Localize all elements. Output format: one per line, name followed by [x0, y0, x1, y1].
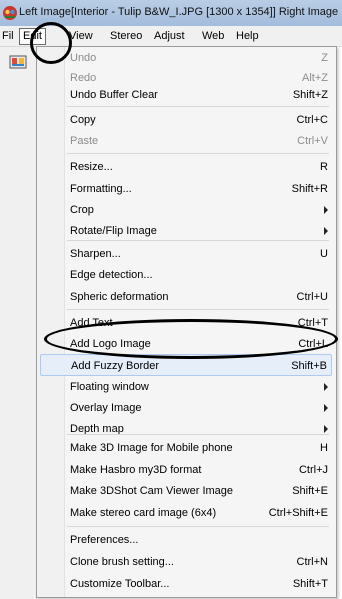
submenu-arrow-icon [324, 425, 328, 433]
menu-item-edge-detection[interactable]: Edge detection... [40, 264, 332, 286]
annotation-circle-edit [30, 22, 72, 64]
menu-item-copy[interactable]: Copy Ctrl+C [40, 109, 332, 131]
app-icon[interactable] [2, 5, 18, 21]
menu-item-label: Overlay Image [70, 402, 142, 414]
menu-stereo[interactable]: Stereo [110, 29, 142, 43]
menu-item-label: Rotate/Flip Image [70, 225, 157, 237]
menu-item-formatting[interactable]: Formatting... Shift+R [40, 178, 332, 200]
menu-item-overlay-image[interactable]: Overlay Image [40, 397, 332, 419]
submenu-arrow-icon [324, 383, 328, 391]
left-toolbar [0, 47, 37, 599]
menu-item-label: Formatting... [70, 183, 132, 195]
window-title: Left Image[Interior - Tulip B&W_I.JPG [1… [19, 6, 339, 18]
menu-item-label: Copy [70, 114, 96, 126]
menu-item-label: Spheric deformation [70, 291, 169, 303]
menu-item-shortcut: Shift+T [292, 578, 328, 590]
menu-item-label: Make Hasbro my3D format [70, 464, 202, 476]
menu-separator [67, 240, 329, 241]
menu-item-shortcut: Shift+R [291, 183, 328, 195]
menu-item-shortcut: Shift+B [291, 360, 327, 372]
open-image-icon[interactable] [9, 54, 27, 70]
menu-item-make-3dshot-cam[interactable]: Make 3DShot Cam Viewer Image Shift+E [40, 480, 332, 502]
menu-item-label: Add Fuzzy Border [71, 360, 160, 372]
menu-separator [67, 153, 329, 154]
menu-file[interactable]: File [2, 29, 14, 43]
menu-item-shortcut: H [320, 442, 328, 454]
menu-item-shortcut: Shift+E [292, 485, 328, 497]
menu-item-undo[interactable]: Undo Z [40, 47, 332, 69]
menu-item-label: Preferences... [70, 534, 139, 546]
menu-item-label: Sharpen... [70, 248, 121, 260]
menu-view[interactable]: View [69, 29, 93, 43]
menu-item-shortcut: Ctrl+J [298, 464, 328, 476]
menu-separator [67, 106, 329, 107]
menu-item-spheric-deformation[interactable]: Spheric deformation Ctrl+U [40, 286, 332, 308]
menu-adjust[interactable]: Adjust [154, 29, 185, 43]
menu-separator [67, 526, 329, 527]
menu-item-preferences[interactable]: Preferences... [40, 529, 332, 551]
menu-item-shortcut: Z [321, 52, 328, 64]
menu-item-shortcut: Ctrl+U [296, 291, 328, 303]
menu-item-label: Undo Buffer Clear [70, 89, 158, 101]
menu-item-label: Paste [70, 135, 99, 147]
menu-item-shortcut: Ctrl+V [297, 135, 328, 147]
menu-item-label: Undo [70, 52, 97, 64]
menu-item-shortcut: U [320, 248, 328, 260]
menu-item-paste[interactable]: Paste Ctrl+V [40, 130, 332, 152]
menu-separator [67, 434, 329, 435]
menu-item-label: Customize Toolbar... [70, 578, 170, 590]
menu-item-shortcut: R [320, 161, 328, 173]
submenu-arrow-icon [324, 404, 328, 412]
menu-item-floating-window[interactable]: Floating window [40, 376, 332, 398]
menu-item-shortcut: Ctrl+C [296, 114, 328, 126]
annotation-ellipse-fuzzy-border [44, 319, 338, 359]
menu-item-label: Resize... [70, 161, 113, 173]
menu-item-undo-buffer-clear[interactable]: Undo Buffer Clear Shift+Z [40, 84, 332, 106]
menu-item-label: Clone brush setting... [70, 556, 174, 568]
menu-item-label: Make 3DShot Cam Viewer Image [70, 485, 234, 497]
menu-item-label: Make stereo card image (6x4) [70, 507, 217, 519]
menu-item-shortcut: Shift+Z [292, 89, 328, 101]
menu-item-label: Crop [70, 204, 94, 216]
menu-item-clone-brush-setting[interactable]: Clone brush setting... Ctrl+N [40, 551, 332, 573]
menu-web[interactable]: Web [202, 29, 224, 43]
submenu-arrow-icon [324, 227, 328, 235]
menu-item-sharpen[interactable]: Sharpen... U [40, 243, 332, 265]
menu-item-crop[interactable]: Crop [40, 199, 332, 221]
menu-separator [67, 309, 329, 310]
menu-item-rotate-flip-image[interactable]: Rotate/Flip Image [40, 220, 332, 242]
menu-item-shortcut: Ctrl+N [296, 556, 328, 568]
menu-item-make-hasbro-my3d[interactable]: Make Hasbro my3D format Ctrl+J [40, 459, 332, 481]
menu-item-make-3d-mobile[interactable]: Make 3D Image for Mobile phone H [40, 437, 332, 459]
menu-item-shortcut: Ctrl+Shift+E [268, 507, 328, 519]
menu-item-customize-toolbar[interactable]: Customize Toolbar... Shift+T [40, 573, 332, 595]
menu-item-make-stereo-card[interactable]: Make stereo card image (6x4) Ctrl+Shift+… [40, 502, 332, 524]
menu-help[interactable]: Help [236, 29, 259, 43]
menu-item-label: Make 3D Image for Mobile phone [70, 442, 233, 454]
menu-item-label: Edge detection... [70, 269, 153, 281]
menu-item-resize[interactable]: Resize... R [40, 156, 332, 178]
menu-item-label: Floating window [70, 381, 149, 393]
submenu-arrow-icon [324, 206, 328, 214]
